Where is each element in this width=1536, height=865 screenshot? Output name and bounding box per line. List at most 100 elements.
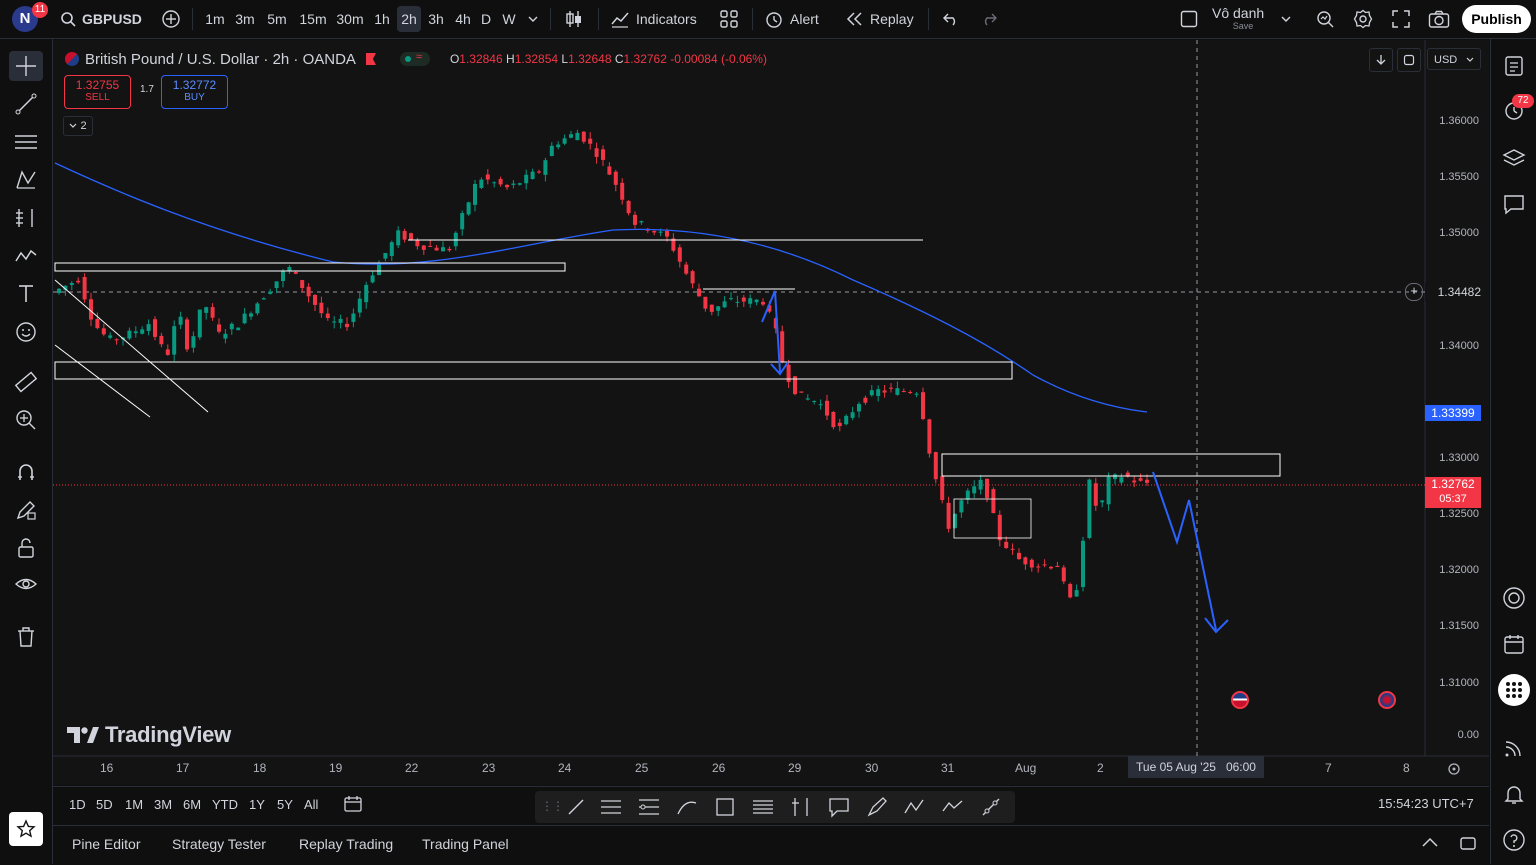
fib-tool[interactable] [9, 203, 43, 233]
chart-pane[interactable]: British Pound / U.S. Dollar · 2h · OANDA… [53, 40, 1489, 785]
buy-button[interactable]: 1.32772 BUY [161, 75, 228, 109]
currency-selector[interactable]: USD [1427, 48, 1481, 70]
symbol-title[interactable]: British Pound / U.S. Dollar · 2h · OANDA [85, 51, 356, 68]
panel-tab-replay-trading[interactable]: Replay Trading [299, 836, 393, 852]
interval-1h[interactable]: 1h [372, 6, 392, 32]
replay-button[interactable]: Replay [846, 6, 916, 32]
favorites-button[interactable] [9, 812, 43, 846]
settings-button[interactable] [1350, 6, 1376, 32]
streams-button[interactable] [1499, 733, 1529, 763]
range-all[interactable]: All [304, 797, 318, 812]
zoom-tool[interactable] [9, 405, 43, 435]
chats-button[interactable] [1499, 189, 1529, 219]
window-icon [1460, 837, 1476, 850]
pattern-tool[interactable] [9, 165, 43, 195]
us-event-icon[interactable] [1231, 691, 1249, 709]
remove-drawings-tool[interactable] [9, 622, 43, 652]
sell-button[interactable]: 1.32755 SELL [64, 75, 131, 109]
range-ytd[interactable]: YTD [212, 797, 238, 812]
interval-W[interactable]: W [499, 6, 519, 32]
drag-handle-icon[interactable]: ⋮⋮ [541, 799, 564, 813]
ruler-tool[interactable] [9, 367, 43, 397]
layouts-button[interactable] [716, 6, 742, 32]
interval-dropdown[interactable] [524, 6, 542, 32]
uk-event-icon[interactable] [1378, 691, 1396, 709]
drawing-mode-tool[interactable] [9, 495, 43, 525]
ideas-button[interactable] [1499, 583, 1529, 613]
hide-drawings-tool[interactable] [9, 569, 43, 599]
brush-tool[interactable] [9, 241, 43, 271]
snapshot-button[interactable] [1426, 6, 1452, 32]
indicators-toggle[interactable]: 2 [63, 116, 93, 136]
horizontal-lines-tool[interactable] [9, 127, 43, 157]
help-button[interactable] [1499, 825, 1529, 855]
candle-body [703, 296, 708, 309]
publish-button[interactable]: Publish [1462, 5, 1531, 33]
sell-price: 1.32755 [75, 78, 120, 92]
fullscreen-button[interactable] [1388, 6, 1414, 32]
lock-drawings-tool[interactable] [9, 533, 43, 563]
symbol-search[interactable]: GBPUSD [60, 6, 142, 32]
products-button[interactable] [1498, 674, 1530, 706]
range-5y[interactable]: 5Y [277, 797, 293, 812]
interval-15m[interactable]: 15m [296, 6, 330, 32]
indicators-button[interactable]: Indicators [610, 6, 702, 32]
collapse-panel-button[interactable] [1421, 836, 1439, 851]
reset-chart-button[interactable] [1397, 48, 1421, 72]
interval-3m[interactable]: 3m [232, 6, 258, 32]
add-alert-icon[interactable]: + [1405, 283, 1423, 301]
panel-tab-pine-editor[interactable]: Pine Editor [72, 836, 140, 852]
range-3m[interactable]: 3M [154, 797, 172, 812]
candle-body [716, 306, 721, 311]
magnet-tool[interactable] [9, 457, 43, 487]
notifications-button[interactable] [1499, 779, 1529, 809]
rewind-icon [846, 12, 862, 26]
tradingview-watermark: TradingView [67, 722, 231, 748]
range-1d[interactable]: 1D [69, 797, 86, 812]
text-tool[interactable] [9, 279, 43, 309]
panel-tab-trading-panel[interactable]: Trading Panel [422, 836, 509, 852]
redo-button[interactable] [978, 6, 1000, 32]
compare-symbol-button[interactable] [158, 6, 184, 32]
maximize-panel-button[interactable] [1459, 835, 1477, 854]
candle-body [895, 388, 900, 395]
object-tree-button[interactable] [1499, 143, 1529, 173]
chart-canvas[interactable] [53, 40, 1489, 785]
trend-line-tool[interactable] [9, 89, 43, 119]
emoji-tool[interactable] [9, 317, 43, 347]
alert-button[interactable]: Alert [764, 6, 828, 32]
calendar-button[interactable] [1499, 629, 1529, 659]
interval-3h[interactable]: 3h [424, 6, 448, 32]
crosshair-tool[interactable] [9, 51, 43, 81]
range-5d[interactable]: 5D [96, 797, 113, 812]
range-1y[interactable]: 1Y [249, 797, 265, 812]
panel-tab-strategy-tester[interactable]: Strategy Tester [172, 836, 266, 852]
interval-1m[interactable]: 1m [202, 6, 228, 32]
layout-dropdown[interactable] [1278, 6, 1294, 32]
undo-button[interactable] [940, 6, 962, 32]
interval-5m[interactable]: 5m [264, 6, 290, 32]
interval-30m[interactable]: 30m [334, 6, 366, 32]
chart-type-button[interactable] [562, 6, 586, 32]
line-tools-icons[interactable] [563, 795, 1013, 819]
range-6m[interactable]: 6M [183, 797, 201, 812]
currency-label: USD [1434, 54, 1458, 66]
layout-name[interactable]: Vô danh Save [1212, 5, 1274, 31]
candle-body [460, 213, 465, 230]
timezone-settings-icon[interactable] [1447, 762, 1461, 779]
layout-square-button[interactable] [1178, 6, 1200, 32]
range-1m[interactable]: 1M [125, 797, 143, 812]
help-circle-icon [1503, 829, 1525, 851]
goto-date-button[interactable] [343, 795, 363, 816]
interval-D[interactable]: D [478, 6, 494, 32]
scroll-down-button[interactable] [1369, 48, 1393, 72]
candle-body [959, 500, 964, 513]
interval-4h[interactable]: 4h [451, 6, 475, 32]
watchlist-button[interactable] [1499, 51, 1529, 81]
clock-label[interactable]: 15:54:23 UTC+7 [1378, 796, 1474, 811]
pencil-lock-icon [16, 501, 36, 520]
broadcast-icon [1505, 741, 1521, 757]
interval-2h[interactable]: 2h [397, 6, 421, 32]
market-status-dot[interactable]: ≈ [399, 51, 430, 66]
quick-search-button[interactable] [1312, 6, 1338, 32]
